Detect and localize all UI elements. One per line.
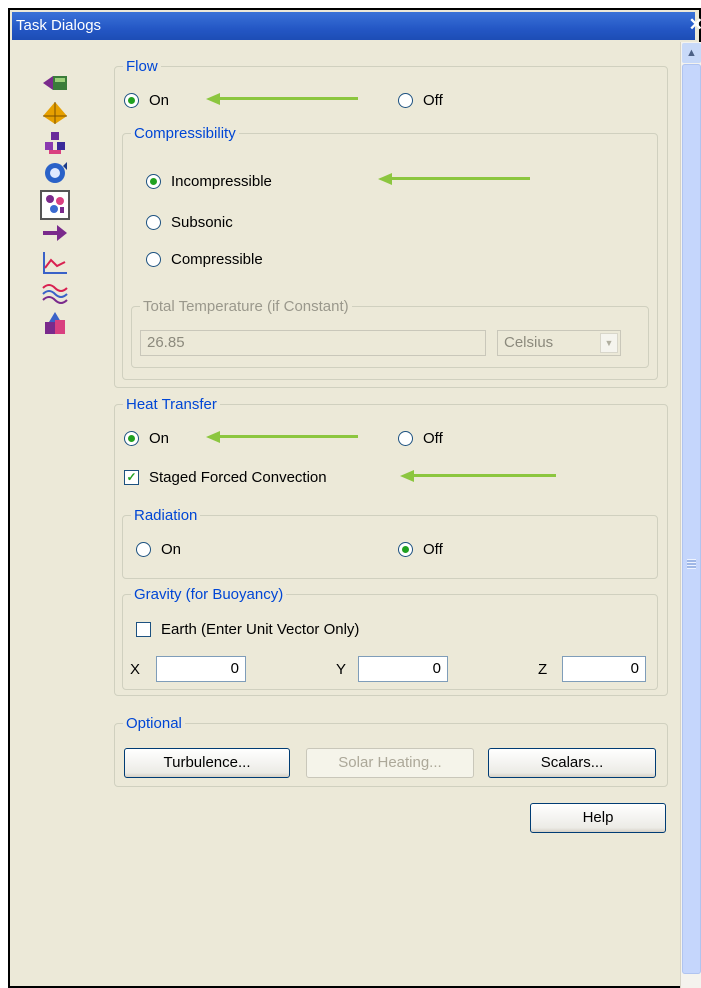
rotation-icon[interactable] bbox=[40, 160, 70, 190]
annotation-arrow bbox=[206, 431, 358, 443]
compressibility-legend: Compressibility bbox=[134, 125, 236, 142]
radio-dot bbox=[124, 431, 139, 446]
radio-dot bbox=[146, 174, 161, 189]
flow-legend: Flow bbox=[126, 58, 158, 75]
heat-transfer-on-radio[interactable]: On bbox=[124, 430, 169, 447]
subsonic-radio[interactable]: Subsonic bbox=[146, 214, 233, 231]
optional-legend: Optional bbox=[126, 715, 182, 732]
incompressible-radio[interactable]: Incompressible bbox=[146, 173, 272, 190]
task-sidebar bbox=[40, 70, 80, 340]
radiation-legend: Radiation bbox=[134, 507, 198, 524]
radio-dot bbox=[398, 431, 413, 446]
scrollbar-thumb[interactable] bbox=[682, 64, 701, 974]
radiation-group: Radiation bbox=[122, 507, 658, 579]
radiation-on-label: On bbox=[161, 541, 182, 558]
flow-on-radio[interactable]: On bbox=[124, 92, 169, 109]
chevron-down-icon[interactable]: ▼ bbox=[600, 333, 618, 353]
radio-dot bbox=[398, 542, 413, 557]
flow-icon[interactable] bbox=[40, 70, 70, 100]
staged-forced-convection-checkbox[interactable]: ✓ Staged Forced Convection bbox=[124, 469, 327, 486]
z-label: Z bbox=[538, 661, 548, 678]
annotation-arrow bbox=[206, 93, 358, 105]
radiation-off-label: Off bbox=[423, 541, 443, 558]
turbulence-button[interactable]: Turbulence... bbox=[124, 748, 290, 778]
temperature-unit-select[interactable]: Celsius ▼ bbox=[497, 330, 621, 356]
radiation-off-radio[interactable]: Off bbox=[398, 541, 443, 558]
gravity-x-input[interactable]: 0 bbox=[156, 656, 246, 682]
scroll-up-icon[interactable]: ▲ bbox=[682, 43, 701, 63]
flow-off-radio[interactable]: Off bbox=[398, 92, 443, 109]
check-icon: ✓ bbox=[124, 470, 139, 485]
close-icon[interactable]: ✕ bbox=[689, 15, 701, 35]
y-label: Y bbox=[336, 661, 347, 678]
heat-source-icon[interactable] bbox=[40, 310, 70, 340]
flow-on-label: On bbox=[149, 92, 170, 109]
solar-heating-button: Solar Heating... bbox=[306, 748, 474, 778]
subsonic-label: Subsonic bbox=[171, 214, 233, 231]
radio-dot bbox=[398, 93, 413, 108]
physics-icon[interactable] bbox=[40, 190, 70, 220]
x-label: X bbox=[130, 661, 141, 678]
waves-icon[interactable] bbox=[40, 280, 70, 310]
radiation-on-radio[interactable]: On bbox=[136, 541, 181, 558]
grip-icon bbox=[687, 559, 696, 569]
vertical-scrollbar[interactable]: ▲ bbox=[680, 42, 701, 988]
compressible-label: Compressible bbox=[171, 251, 263, 268]
checkbox-box bbox=[136, 622, 151, 637]
radio-dot bbox=[146, 215, 161, 230]
gravity-legend: Gravity (for Buoyancy) bbox=[134, 586, 284, 603]
flow-off-label: Off bbox=[423, 92, 443, 109]
total-temperature-input[interactable]: 26.85 bbox=[140, 330, 486, 356]
gravity-z-input[interactable]: 0 bbox=[562, 656, 646, 682]
forward-arrow-icon[interactable] bbox=[40, 220, 70, 250]
window-title: Task Dialogs bbox=[16, 17, 102, 34]
gravity-y-input[interactable]: 0 bbox=[358, 656, 448, 682]
radio-dot bbox=[146, 252, 161, 267]
incompressible-label: Incompressible bbox=[171, 173, 272, 190]
task-dialogs-window: Task Dialogs ✕ ▲ Flow On Off Compressibi… bbox=[8, 8, 701, 988]
annotation-arrow bbox=[378, 173, 530, 185]
radio-dot bbox=[136, 542, 151, 557]
earth-checkbox[interactable]: Earth (Enter Unit Vector Only) bbox=[136, 621, 359, 638]
radio-dot bbox=[124, 93, 139, 108]
annotation-arrow bbox=[400, 470, 556, 482]
chart-icon[interactable] bbox=[40, 250, 70, 280]
geometry-icon[interactable] bbox=[40, 100, 70, 130]
heat-transfer-off-radio[interactable]: Off bbox=[398, 430, 443, 447]
heat-transfer-off-label: Off bbox=[423, 430, 443, 447]
compressible-radio[interactable]: Compressible bbox=[146, 251, 263, 268]
help-button[interactable]: Help bbox=[530, 803, 666, 833]
title-bar: Task Dialogs ✕ bbox=[12, 12, 701, 40]
staged-forced-convection-label: Staged Forced Convection bbox=[149, 469, 327, 486]
heat-transfer-legend: Heat Transfer bbox=[126, 396, 217, 413]
materials-icon[interactable] bbox=[40, 130, 70, 160]
total-temperature-legend: Total Temperature (if Constant) bbox=[143, 298, 349, 315]
temperature-unit-value: Celsius bbox=[504, 334, 554, 351]
scalars-button[interactable]: Scalars... bbox=[488, 748, 656, 778]
heat-transfer-on-label: On bbox=[149, 430, 170, 447]
earth-label: Earth (Enter Unit Vector Only) bbox=[161, 621, 360, 638]
